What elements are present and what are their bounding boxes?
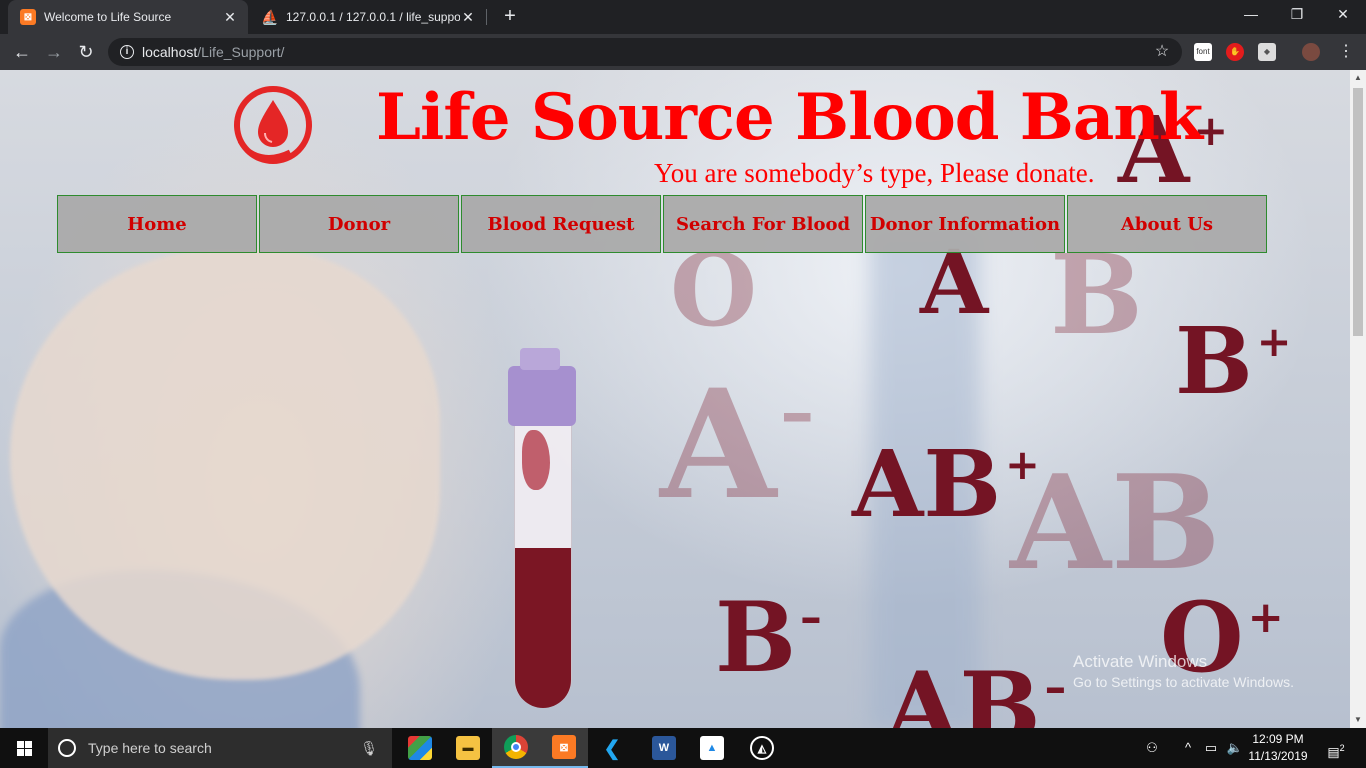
notification-center-icon[interactable]: ▤2 [1318, 728, 1354, 768]
taskbar-search[interactable]: Type here to search 🎙 [48, 728, 392, 768]
word-icon[interactable]: W [640, 728, 688, 768]
watermark-title: Activate Windows [1073, 652, 1208, 671]
restore-button[interactable]: ❐ [1274, 0, 1320, 30]
font-extension-icon[interactable]: font [1194, 43, 1212, 61]
watermark-subtitle: Go to Settings to activate Windows. [1073, 674, 1294, 690]
cube-icon[interactable]: ◆ [1258, 43, 1276, 61]
close-window-button[interactable]: ✕ [1320, 0, 1366, 30]
site-tagline: You are somebody’s type, Please donate. [654, 158, 1095, 188]
nav-donor[interactable]: Donor [259, 195, 459, 253]
photos-icon[interactable]: ▲ [688, 728, 736, 768]
address-bar[interactable]: i localhost/Life_Support/ [108, 38, 1182, 66]
tab-strip: ⊠ Welcome to Life Source ✕ ⛵ 127.0.0.1 /… [0, 0, 1366, 34]
xampp-icon: ⊠ [20, 9, 36, 25]
tab-life-source[interactable]: ⊠ Welcome to Life Source ✕ [8, 0, 248, 34]
battery-icon[interactable]: ▭ [1200, 728, 1222, 768]
adblock-icon[interactable]: ✋ [1226, 43, 1244, 61]
notification-count: 2 [1339, 743, 1345, 753]
windows-logo-icon [16, 740, 32, 756]
new-tab-button[interactable]: + [498, 4, 522, 28]
close-tab-icon[interactable]: ✕ [460, 9, 476, 26]
blood-type-a-minus: A– [660, 357, 815, 533]
main-nav: Home Donor Blood Request Search For Bloo… [57, 195, 1267, 253]
browser-menu-icon[interactable]: ⋮ [1336, 38, 1356, 66]
scroll-up-icon[interactable]: ▲ [1350, 70, 1366, 86]
people-icon[interactable]: ⚇ [1140, 728, 1164, 768]
page-scrollbar[interactable]: ▲ ▼ [1350, 70, 1366, 728]
xampp-icon[interactable]: ⊠ [540, 728, 588, 768]
tab-title: Welcome to Life Source [44, 10, 172, 24]
nav-blood-request[interactable]: Blood Request [461, 195, 661, 253]
chrome-icon[interactable] [492, 728, 540, 768]
blood-test-tube-image [508, 348, 578, 708]
url-path: /Life_Support/ [197, 44, 285, 60]
show-hidden-icons[interactable]: ^ [1178, 728, 1198, 768]
blood-type-ab-minus: AB– [885, 651, 1067, 729]
system-clock[interactable]: 12:09 PM 11/13/2019 [1248, 731, 1308, 765]
forward-button[interactable]: → [40, 38, 68, 66]
cortana-icon [58, 739, 76, 757]
activate-windows-watermark: Activate Windows Go to Settings to activ… [1073, 652, 1294, 690]
file-explorer-icon[interactable]: ▬ [444, 728, 492, 768]
bookmark-star-icon[interactable]: ☆ [1150, 38, 1174, 66]
close-tab-icon[interactable]: ✕ [222, 9, 238, 26]
volume-icon[interactable]: 🔈 [1224, 728, 1246, 768]
nav-home[interactable]: Home [57, 195, 257, 253]
url-host: localhost [142, 44, 198, 60]
blood-type-ab: AB [1010, 446, 1221, 599]
nav-about-us[interactable]: About Us [1067, 195, 1267, 253]
tab-phpmyadmin[interactable]: ⛵ 127.0.0.1 / 127.0.0.1 / life_support ✕ [250, 0, 486, 34]
clock-time: 12:09 PM [1252, 732, 1304, 746]
reload-button[interactable]: ↻ [72, 38, 100, 66]
microphone-icon[interactable]: 🎙 [360, 740, 378, 757]
nav-search-for-blood[interactable]: Search For Blood [663, 195, 863, 253]
blood-type-o: O [670, 231, 758, 349]
page-viewport: A+ A O B B+ A– AB+ AB B– O+ AB– Life Sou… [0, 70, 1350, 728]
site-info-icon[interactable]: i [120, 45, 134, 59]
site-title: Life Source Blood Bank [376, 80, 1203, 155]
nav-donor-information[interactable]: Donor Information [865, 195, 1065, 253]
back-button[interactable]: ← [8, 38, 36, 66]
phpmyadmin-icon: ⛵ [261, 8, 279, 25]
drive-icon[interactable]: ◭ [738, 728, 786, 768]
windows-taskbar: Type here to search 🎙 ▬ ⊠ ❮ W ▲ ◭ ⚇ ^ ▭ … [0, 728, 1366, 768]
tab-separator [486, 9, 487, 25]
minimize-button[interactable]: — [1228, 0, 1274, 30]
blood-type-b-plus: B+ [1175, 307, 1292, 415]
scroll-down-icon[interactable]: ▼ [1350, 712, 1366, 728]
profile-avatar[interactable] [1302, 43, 1320, 61]
blood-type-b-minus: B– [715, 581, 822, 694]
blood-type-b: B [1050, 230, 1143, 359]
blood-drop-logo [234, 86, 312, 164]
search-placeholder: Type here to search [88, 740, 212, 756]
tab-title: 127.0.0.1 / 127.0.0.1 / life_support [286, 10, 460, 24]
vscode-icon[interactable]: ❮ [588, 728, 636, 768]
browser-toolbar: ← → ↻ i localhost/Life_Support/ ☆ font ✋… [0, 34, 1366, 70]
scroll-thumb[interactable] [1353, 88, 1363, 336]
start-button[interactable] [0, 728, 48, 768]
clock-date: 11/13/2019 [1248, 749, 1308, 763]
task-view-icon[interactable] [396, 728, 444, 768]
